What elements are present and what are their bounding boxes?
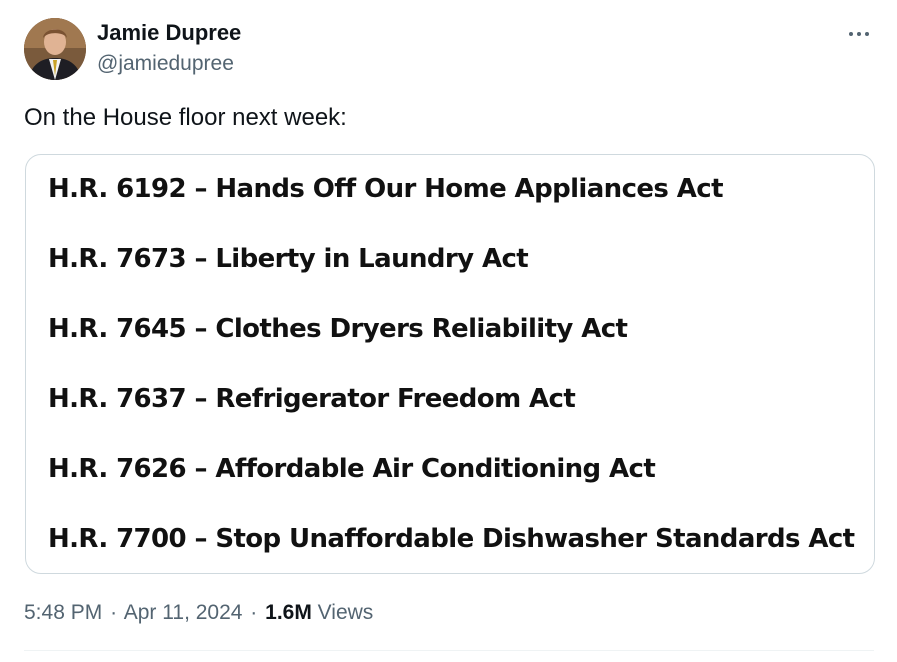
views-count: 1.6M: [265, 601, 312, 624]
divider: [24, 650, 874, 651]
separator: ·: [250, 601, 258, 624]
tweet-metadata: 5:48 PM · Apr 11, 2024 · 1.6M Views: [24, 598, 373, 628]
bill-line: H.R. 7626 – Affordable Air Conditioning …: [48, 454, 656, 484]
bill-line: H.R. 6192 – Hands Off Our Home Appliance…: [48, 174, 724, 204]
tweet-text: On the House floor next week:: [24, 104, 347, 131]
avatar-photo: [24, 18, 86, 80]
user-handle[interactable]: @jamiedupree: [97, 51, 234, 77]
views-label: Views: [317, 601, 374, 624]
bill-line: H.R. 7673 – Liberty in Laundry Act: [48, 244, 529, 274]
bill-line: H.R. 7637 – Refrigerator Freedom Act: [48, 384, 576, 414]
more-horizontal-icon-dot: [857, 32, 861, 36]
tweet-date[interactable]: Apr 11, 2024: [124, 601, 243, 624]
tweet-time[interactable]: 5:48 PM: [24, 601, 102, 624]
tweet-media-image[interactable]: H.R. 6192 – Hands Off Our Home Appliance…: [25, 154, 875, 574]
bill-line: H.R. 7700 – Stop Unaffordable Dishwasher…: [48, 524, 855, 554]
more-horizontal-icon-dot: [865, 32, 869, 36]
more-options-button[interactable]: [842, 20, 876, 48]
bill-line: H.R. 7645 – Clothes Dryers Reliability A…: [48, 314, 628, 344]
tweet: Jamie Dupree @jamiedupree On the House f…: [0, 0, 897, 662]
display-name[interactable]: Jamie Dupree: [97, 20, 241, 46]
avatar[interactable]: [24, 18, 86, 80]
more-horizontal-icon: [849, 32, 853, 36]
separator: ·: [110, 601, 118, 624]
